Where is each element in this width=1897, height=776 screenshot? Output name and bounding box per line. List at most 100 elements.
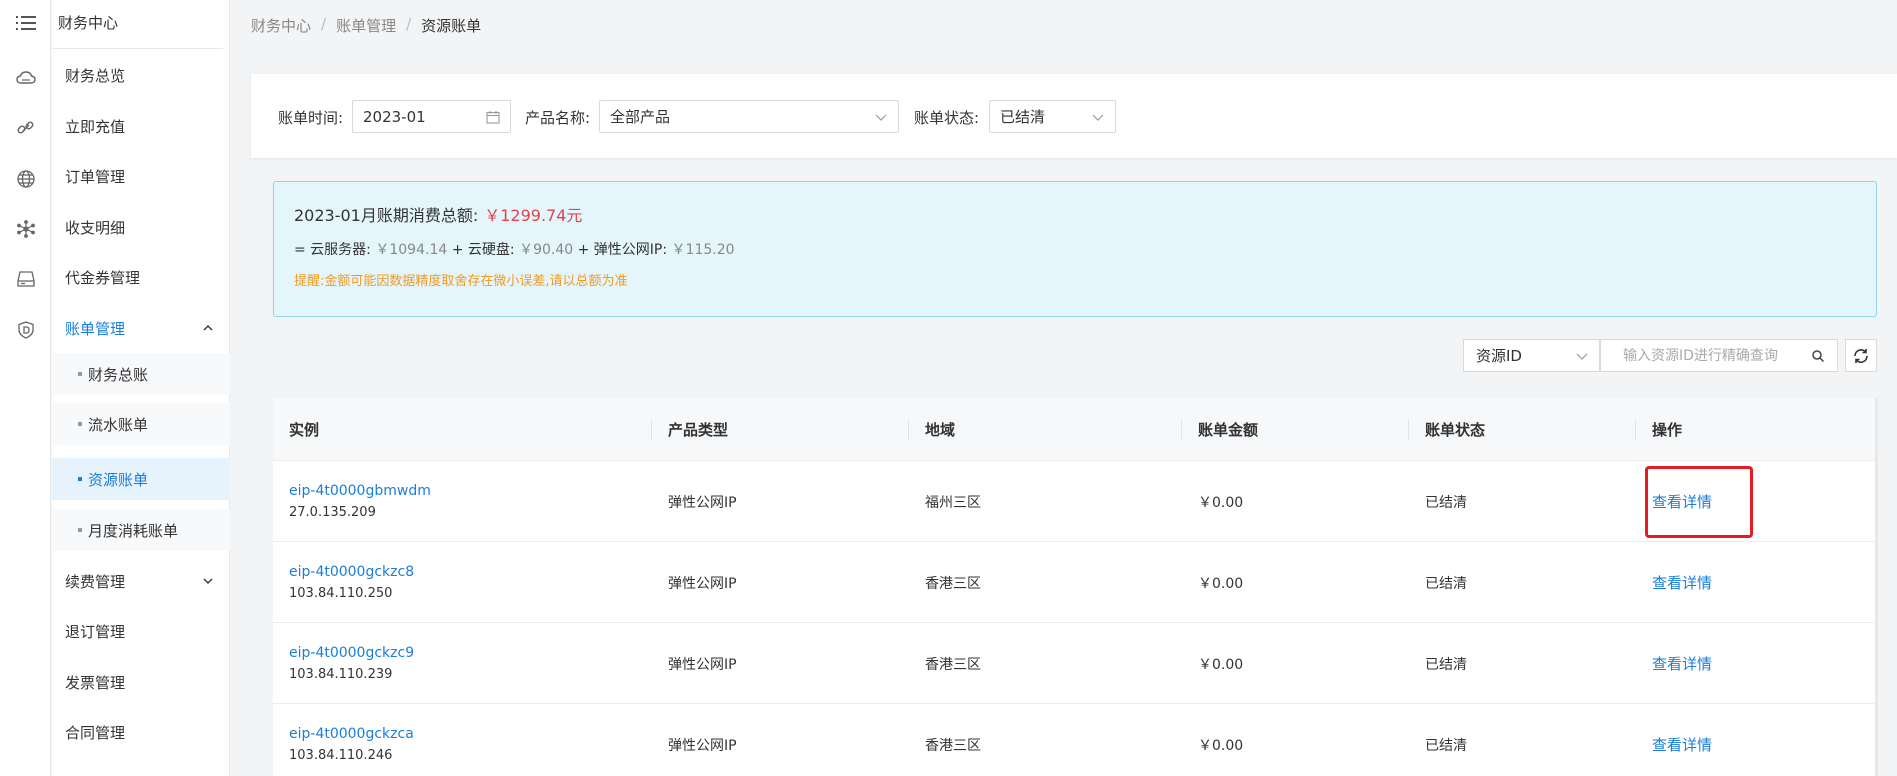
instance-ip: 103.84.110.239 — [289, 667, 393, 682]
column-header-action: 操作 — [1652, 421, 1683, 439]
instance-id-link[interactable]: eip-4t0000gbmwdm — [289, 483, 431, 499]
refresh-icon — [1854, 348, 1868, 363]
search-field-value: 资源ID — [1476, 347, 1522, 365]
sidebar-item-invoices[interactable]: 发票管理 — [52, 657, 230, 707]
instance-ip: 103.84.110.250 — [289, 586, 393, 601]
cell-amount: ￥0.00 — [1198, 575, 1244, 592]
breadcrumb-separator: / — [406, 15, 412, 33]
search-box — [1600, 339, 1838, 372]
search-field-select[interactable]: 资源ID — [1463, 339, 1600, 372]
product-label: 产品名称: — [525, 109, 591, 127]
cell-region: 福州三区 — [925, 494, 981, 511]
bill-time-picker[interactable]: 2023-01 — [352, 100, 511, 133]
cloud-icon[interactable] — [0, 63, 51, 93]
sidebar-subitem-general-ledger[interactable]: 财务总账 — [52, 353, 230, 395]
summary-plus-eip: + 弹性公网IP: — [577, 242, 668, 258]
bill-time-value: 2023-01 — [363, 107, 426, 126]
column-header-region: 地域 — [925, 421, 956, 439]
network-icon[interactable] — [0, 214, 51, 244]
cell-product-type: 弹性公网IP — [668, 656, 737, 673]
cell-product-type: 弹性公网IP — [668, 575, 737, 592]
view-details-link[interactable]: 查看详情 — [1652, 572, 1712, 593]
cell-region: 香港三区 — [925, 656, 981, 673]
product-select[interactable]: 全部产品 — [599, 100, 899, 133]
breadcrumb-bills[interactable]: 账单管理 — [336, 15, 396, 36]
view-details-link[interactable]: 查看详情 — [1652, 653, 1712, 674]
table-header: 实例 产品类型 地域 账单金额 账单状态 操作 — [273, 398, 1877, 461]
cell-status: 已结清 — [1425, 656, 1467, 673]
status-select[interactable]: 已结清 — [989, 100, 1116, 133]
chevron-down-icon — [203, 578, 213, 584]
sidebar-item-label: 发票管理 — [65, 673, 126, 692]
chevron-down-icon — [875, 114, 887, 121]
instance-id-link[interactable]: eip-4t0000gckzc9 — [289, 645, 414, 661]
sidebar-subitem-flow-bill[interactable]: 流水账单 — [52, 403, 230, 445]
view-details-link[interactable]: 查看详情 — [1652, 734, 1712, 755]
search-icon[interactable] — [1811, 349, 1825, 363]
sidebar-item-transactions[interactable]: 收支明细 — [52, 202, 230, 252]
globe-icon[interactable] — [0, 164, 51, 194]
summary-title: 2023-01月账期消费总额: — [294, 206, 479, 225]
column-header-amount: 账单金额 — [1198, 421, 1259, 439]
table-row: eip-4t0000gckzca 103.84.110.246 弹性公网IP 香港… — [273, 704, 1877, 776]
sidebar-item-bills[interactable]: 账单管理 — [52, 303, 230, 353]
status-label: 账单状态: — [914, 109, 980, 127]
calendar-icon — [486, 111, 500, 124]
cell-status: 已结清 — [1425, 494, 1467, 511]
sidebar-item-orders[interactable]: 订单管理 — [52, 151, 230, 201]
sidebar-item-overview[interactable]: 财务总览 — [52, 50, 230, 100]
sidebar-item-label: 账单管理 — [65, 319, 126, 338]
sidebar-item-renewal[interactable]: 续费管理 — [52, 556, 230, 606]
summary-total-line: 2023-01月账期消费总额: ￥1299.74元 — [294, 202, 582, 226]
sidebar-subitem-label: 流水账单 — [88, 415, 149, 434]
summary-eip-amount: ￥115.20 — [671, 242, 735, 258]
instance-id-link[interactable]: eip-4t0000gckzc8 — [289, 564, 414, 580]
cell-region: 香港三区 — [925, 575, 981, 592]
sidebar-subitem-resource-bill[interactable]: 资源账单 — [52, 458, 230, 500]
bill-summary: 2023-01月账期消费总额: ￥1299.74元 = 云服务器: ￥1094.1… — [273, 181, 1877, 317]
instance-ip: 103.84.110.246 — [289, 748, 393, 763]
sidebar-item-contracts[interactable]: 合同管理 — [52, 707, 230, 757]
sidebar-subitem-monthly-bill[interactable]: 月度消耗账单 — [52, 509, 230, 551]
sidebar-item-vouchers[interactable]: 代金券管理 — [52, 252, 230, 302]
column-header-status: 账单状态 — [1425, 421, 1486, 439]
table-row: eip-4t0000gbmwdm 27.0.135.209 弹性公网IP 福州三区… — [273, 461, 1877, 542]
summary-plus-disk: + 云硬盘: — [451, 242, 515, 258]
sidebar: 财务中心 财务总览 立即充值 订单管理 收支明细 代金券管理 账单管理 财务总账… — [52, 0, 230, 776]
link-icon[interactable] — [0, 113, 51, 143]
sidebar-item-unsubscribe[interactable]: 退订管理 — [52, 606, 230, 656]
cell-instance: eip-4t0000gckzc8 103.84.110.250 — [273, 542, 414, 623]
sidebar-subitem-label: 月度消耗账单 — [88, 521, 179, 540]
cell-product-type: 弹性公网IP — [668, 494, 737, 511]
summary-total: ￥1299.74元 — [484, 206, 583, 225]
menu-icon[interactable] — [0, 8, 51, 38]
summary-breakdown: = 云服务器: ￥1094.14 + 云硬盘: ￥90.40 + 弹性公网IP:… — [294, 239, 735, 259]
sidebar-item-label: 合同管理 — [65, 723, 126, 742]
table-row: eip-4t0000gckzc9 103.84.110.239 弹性公网IP 香港… — [273, 623, 1877, 704]
breadcrumb-finance[interactable]: 财务中心 — [251, 15, 311, 36]
search-input[interactable] — [1623, 347, 1813, 364]
sidebar-item-label: 代金券管理 — [65, 268, 141, 287]
status-value: 已结清 — [1000, 108, 1046, 126]
refresh-button[interactable] — [1845, 339, 1877, 372]
bullet-icon — [78, 528, 82, 532]
cell-instance: eip-4t0000gckzc9 103.84.110.239 — [273, 623, 414, 704]
sidebar-item-label: 退订管理 — [65, 622, 126, 641]
cell-action: 查看详情 — [1636, 542, 1712, 623]
cell-instance: eip-4t0000gbmwdm 27.0.135.209 — [273, 461, 431, 542]
table-row: eip-4t0000gckzc8 103.84.110.250 弹性公网IP 香港… — [273, 542, 1877, 623]
cell-status: 已结清 — [1425, 737, 1467, 754]
bill-time-label: 账单时间: — [278, 109, 344, 127]
shield-icon[interactable] — [0, 315, 51, 345]
sidebar-item-recharge[interactable]: 立即充值 — [52, 101, 230, 151]
column-header-product-type: 产品类型 — [668, 421, 729, 439]
column-header-instance: 实例 — [289, 421, 320, 439]
filter-panel: 账单时间: 2023-01 产品名称: 全部产品 账单状态: 已结清 — [251, 74, 1897, 158]
cell-action: 查看详情 — [1636, 704, 1712, 776]
cell-amount: ￥0.00 — [1198, 494, 1244, 511]
cell-instance: eip-4t0000gckzca 103.84.110.246 — [273, 704, 414, 776]
instance-id-link[interactable]: eip-4t0000gckzca — [289, 726, 414, 742]
storage-icon[interactable] — [0, 264, 51, 294]
summary-cvm-amount: ￥1094.14 — [375, 242, 448, 258]
table-scrollbar-edge[interactable] — [1875, 398, 1878, 776]
